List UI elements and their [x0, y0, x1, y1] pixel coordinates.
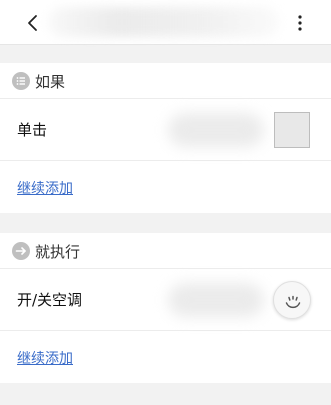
top-bar — [0, 0, 331, 45]
air-conditioner-icon[interactable] — [273, 281, 311, 319]
if-section-title: 如果 — [35, 73, 66, 91]
if-add-more-link[interactable]: 继续添加 — [17, 178, 73, 198]
then-section-title: 就执行 — [35, 243, 81, 261]
action-device-redacted — [168, 283, 264, 317]
if-section-header: 如果 — [0, 63, 331, 99]
then-add-more-link[interactable]: 继续添加 — [17, 348, 73, 368]
then-section-header: 就执行 — [0, 233, 331, 269]
switch-button-icon[interactable] — [274, 112, 310, 148]
trigger-label: 单击 — [17, 121, 48, 139]
list-icon — [12, 72, 30, 90]
action-label: 开/关空调 — [17, 291, 83, 309]
back-arrow-icon[interactable] — [24, 13, 42, 33]
arrow-right-icon — [12, 242, 30, 260]
trigger-device-redacted — [168, 113, 264, 147]
page-title-redacted — [48, 7, 280, 37]
more-options-icon[interactable] — [293, 13, 307, 33]
